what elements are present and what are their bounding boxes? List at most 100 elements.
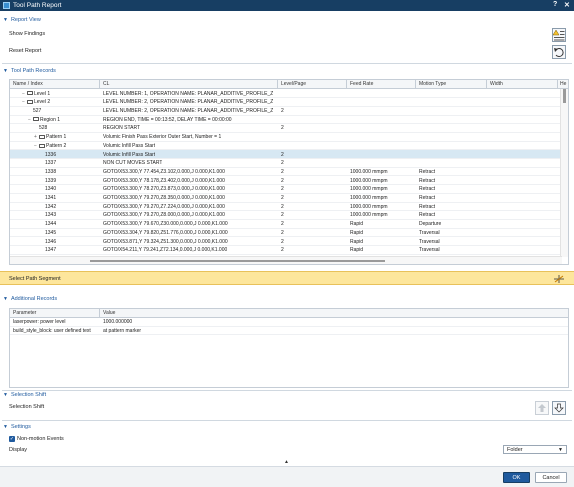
table-row[interactable]: 1342 GOTO/X53.300,Y 79.270,Z7.224,0.000,J… bbox=[10, 203, 562, 212]
table-row[interactable]: 1340 GOTO/X53.300,Y 78.270,Z3.873,0.000,J… bbox=[10, 185, 562, 194]
table-row[interactable]: 527 LEVEL NUMBER: 2, OPERATION NAME: PLAN… bbox=[10, 107, 562, 116]
tool-path-records-table[interactable]: Name / Index CL Level/Page Feed Rate Mot… bbox=[9, 79, 569, 265]
reset-report-button[interactable] bbox=[552, 45, 566, 59]
table-row[interactable]: 1341 GOTO/X53.300,Y 79.270,Z8.350,0.000,J… bbox=[10, 194, 562, 203]
name-cell: 1346 bbox=[40, 239, 56, 245]
table-row[interactable]: 1337 NON CUT MOVES START 2 bbox=[10, 159, 562, 168]
column-header-height[interactable]: He bbox=[560, 81, 566, 87]
row-name: 1339 bbox=[45, 177, 57, 184]
scroll-thumb[interactable] bbox=[563, 89, 566, 103]
motion-type-cell: Retract bbox=[419, 177, 436, 184]
table-row[interactable]: 1345 GOTO/X53.304,Y 79.820,Z51.776,0.000,… bbox=[10, 229, 562, 238]
shift-down-button[interactable] bbox=[552, 401, 566, 415]
column-header-value[interactable]: Value bbox=[103, 310, 115, 316]
name-cell: 1336 bbox=[40, 152, 56, 158]
cl-cell: LEVEL NUMBER: 1, OPERATION NAME: PLANAR_… bbox=[103, 90, 273, 97]
divider bbox=[2, 420, 572, 421]
expand-dialog-icon[interactable]: ▲ bbox=[284, 459, 289, 465]
report-view-header[interactable]: ▼ Report View bbox=[3, 15, 41, 24]
column-header-width[interactable]: Width bbox=[490, 81, 503, 87]
level-page-cell: 2 bbox=[281, 186, 284, 193]
folder-icon bbox=[27, 91, 33, 96]
value-cell: 1000.000000 bbox=[103, 319, 133, 326]
feed-rate-cell: Rapid bbox=[350, 247, 364, 254]
table-row[interactable]: − Region 1 REGION END, TIME = 00:13:52, DE… bbox=[10, 116, 562, 125]
table-row[interactable]: − Pattern 2 Volumic Infill Pass Start bbox=[10, 142, 562, 151]
feed-rate-cell: Rapid bbox=[350, 238, 364, 245]
cl-cell: GOTO/X53.871,Y 79.324,Z51.300,0.000,J 0.… bbox=[103, 238, 228, 245]
row-name: 1343 bbox=[45, 212, 57, 219]
name-cell: + Pattern 1 bbox=[34, 134, 66, 140]
row-name: 1337 bbox=[45, 160, 57, 167]
path-segment-icon[interactable] bbox=[553, 274, 565, 284]
tool-path-records-header[interactable]: ▼ Tool Path Records bbox=[3, 66, 56, 75]
motion-type-cell: Traversal bbox=[419, 247, 440, 254]
cl-cell: NON CUT MOVES START bbox=[103, 160, 163, 167]
name-cell: 1345 bbox=[40, 230, 56, 236]
table-row[interactable]: 1343 GOTO/X53.300,Y 79.270,Z8.000,0.000,J… bbox=[10, 211, 562, 220]
row-name: 1336 bbox=[45, 151, 57, 158]
column-separator[interactable] bbox=[99, 309, 100, 318]
vertical-scrollbar[interactable] bbox=[560, 89, 568, 257]
close-button[interactable]: ✕ bbox=[564, 1, 570, 9]
row-name: 528 bbox=[39, 125, 48, 132]
level-page-cell: 2 bbox=[281, 160, 284, 167]
table-row[interactable]: 1338 GOTO/X53.300,Y 77.454,Z3.102,0.000,J… bbox=[10, 168, 562, 177]
name-cell: 1340 bbox=[40, 186, 56, 192]
table-row[interactable]: − Level 2 LEVEL NUMBER: 2, OPERATION NAME:… bbox=[10, 98, 562, 107]
column-separator[interactable] bbox=[486, 80, 487, 89]
column-separator[interactable] bbox=[99, 80, 100, 89]
name-cell: − Pattern 2 bbox=[34, 143, 66, 149]
column-separator[interactable] bbox=[277, 80, 278, 89]
settings-header[interactable]: ▼ Settings bbox=[3, 422, 31, 431]
column-separator[interactable] bbox=[346, 80, 347, 89]
table-row[interactable]: 1347 GOTO/X54.211,Y 79.241,Z72.134,0.000,… bbox=[10, 246, 562, 255]
level-page-cell: 2 bbox=[281, 238, 284, 245]
table-row[interactable]: 1336 Volumic Infill Pass Start 2 bbox=[10, 150, 562, 160]
cl-cell: Volumic Infill Pass Start bbox=[103, 142, 156, 149]
feed-rate-cell: 1000.000 mmpm bbox=[350, 212, 388, 219]
table-row[interactable]: + Pattern 1 Volumic Finish Pass Exterior O… bbox=[10, 133, 562, 142]
help-button[interactable]: ? bbox=[553, 1, 557, 8]
table-row[interactable]: 1344 GOTO/X53.300,Y 79.670,Z30.000,0.000,… bbox=[10, 220, 562, 229]
column-header-cl[interactable]: CL bbox=[103, 81, 109, 87]
horizontal-scrollbar[interactable] bbox=[10, 256, 562, 264]
additional-records-table[interactable]: Parameter Value laserpower: power level … bbox=[9, 308, 569, 388]
display-select[interactable]: Folder ▼ bbox=[503, 445, 567, 454]
row-name: 1345 bbox=[45, 229, 57, 236]
warning-list-icon bbox=[553, 29, 565, 41]
table-header: Name / Index CL Level/Page Feed Rate Mot… bbox=[10, 80, 568, 89]
column-separator[interactable] bbox=[557, 80, 558, 89]
cl-cell: GOTO/X53.300,Y 79.270,Z8.350,0.000,J 0.0… bbox=[103, 195, 225, 202]
motion-type-cell: Retract bbox=[419, 168, 436, 175]
table-row[interactable]: build_style_block: user defined text at … bbox=[10, 327, 568, 336]
display-label: Display bbox=[9, 447, 28, 453]
name-cell: 1342 bbox=[40, 204, 56, 210]
scroll-thumb[interactable] bbox=[90, 260, 385, 262]
shift-up-button[interactable] bbox=[535, 401, 549, 415]
table-row[interactable]: 1339 GOTO/X53.300,Y 78.178,Z3.402,0.000,J… bbox=[10, 177, 562, 186]
column-header-name[interactable]: Name / Index bbox=[13, 81, 43, 87]
column-separator[interactable] bbox=[415, 80, 416, 89]
non-motion-events-checkbox[interactable]: ✓ bbox=[9, 436, 15, 442]
name-cell: − Region 1 bbox=[28, 117, 60, 123]
name-cell: − Level 2 bbox=[22, 99, 50, 105]
column-header-level-page[interactable]: Level/Page bbox=[281, 81, 306, 87]
additional-records-header[interactable]: ▼ Additional Records bbox=[3, 294, 57, 303]
ok-button[interactable]: OK bbox=[503, 472, 530, 483]
table-row[interactable]: − Level 1 LEVEL NUMBER: 1, OPERATION NAME:… bbox=[10, 90, 562, 99]
folder-icon bbox=[33, 117, 39, 122]
column-header-feed-rate[interactable]: Feed Rate bbox=[350, 81, 373, 87]
show-findings-button[interactable] bbox=[552, 28, 566, 42]
cancel-button[interactable]: Cancel bbox=[535, 472, 567, 483]
level-page-cell: 2 bbox=[281, 108, 284, 115]
column-header-parameter[interactable]: Parameter bbox=[13, 310, 36, 316]
selection-shift-header[interactable]: ▼ Selection Shift bbox=[3, 390, 46, 399]
table-row[interactable]: 528 REGION START 2 bbox=[10, 124, 562, 133]
table-row[interactable]: laserpower: power level 1000.000000 bbox=[10, 318, 568, 327]
cl-cell: GOTO/X53.300,Y 78.270,Z3.873,0.000,J 0.0… bbox=[103, 186, 225, 193]
row-name: Level 1 bbox=[34, 90, 51, 97]
column-header-motion-type[interactable]: Motion Type bbox=[419, 81, 446, 87]
collapse-triangle-icon: ▼ bbox=[3, 295, 8, 302]
table-row[interactable]: 1346 GOTO/X53.871,Y 79.324,Z51.300,0.000,… bbox=[10, 237, 562, 247]
